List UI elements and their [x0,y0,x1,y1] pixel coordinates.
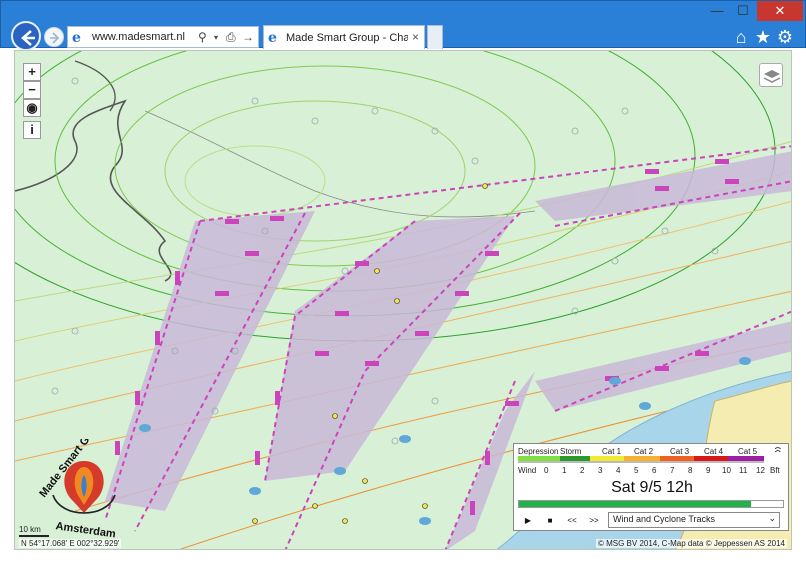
forecast-timestamp: Sat 9/5 12h [611,479,693,496]
wind-5: 5 [634,466,639,475]
forward-button-player[interactable]: >> [584,514,604,528]
wind-12: 12 [756,466,765,475]
rewind-button[interactable]: << [562,514,582,528]
home-icon[interactable]: ⌂ [731,27,751,47]
made-smart-group-logo: Made Smart Group Amsterdam [33,415,135,541]
active-tab[interactable]: e Made Smart Group - ChartS... × [263,25,425,49]
legend-cat1: Cat 1 [602,447,622,456]
layer-select[interactable]: Wind and Cyclone Tracks ⌄ [608,512,780,528]
copyright-notice: © MSG BV 2014, C-Map data © Jeppessen AS… [595,539,787,548]
wind-11: 11 [739,466,748,475]
info-button[interactable]: i [23,121,41,139]
address-bar[interactable]: e www.madesmart.nl ⚲ ▾ ⎙ → [67,26,259,48]
stop-button[interactable]: ■ [540,514,560,528]
legend-cat4: Cat 4 [704,447,724,456]
wind-3: 3 [598,466,603,475]
chevron-down-icon: ⌄ [768,513,776,523]
wind-8: 8 [688,466,693,475]
address-url: www.madesmart.nl [92,31,185,43]
wind-10: 10 [722,466,731,475]
globe-icon[interactable]: ◉ [23,99,41,117]
browser-chrome: — ☐ ✕ e www.madesmart.nl ⚲ ▾ ⎙ → e Made … [0,0,806,51]
legend-depression: Depression [518,447,559,456]
tab-ie-icon: e [268,30,277,46]
wind-label: Wind [518,466,537,475]
wind-6: 6 [652,466,657,475]
legend-cat5: Cat 5 [738,447,758,456]
layers-button[interactable] [759,63,783,87]
scale-label: 10 km [19,525,41,534]
search-icon[interactable]: ⚲ [198,30,207,44]
settings-gear-icon[interactable]: ⚙ [775,27,795,47]
legend-cat2: Cat 2 [634,447,654,456]
layers-icon [763,70,781,83]
zoom-in-button[interactable]: + [23,63,41,81]
dropdown-icon[interactable]: ▾ [214,33,218,42]
category-color-bar [518,456,764,463]
zoom-out-button[interactable]: − [23,81,41,99]
window-close-button[interactable]: ✕ [757,1,803,21]
wind-4: 4 [616,466,621,475]
tab-title: Made Smart Group - ChartS... [286,32,408,44]
go-arrow-icon[interactable]: → [242,30,254,44]
svg-text:Amsterdam: Amsterdam [55,520,117,539]
chart-map[interactable]: + − ◉ i Made Smart Group Amsterdam 10 km… [14,50,792,550]
favorites-star-icon[interactable]: ★ [753,27,773,47]
logo-balloon-graphic: Made Smart Group Amsterdam [37,415,117,541]
coastline-north [74,60,116,112]
tab-close-icon[interactable]: × [412,30,419,44]
legend-storm: Storm [560,447,582,456]
timeline-progress[interactable] [518,500,784,508]
layer-select-value: Wind and Cyclone Tracks [613,514,716,524]
wind-0: 0 [544,466,549,475]
window-maximize-button[interactable]: ☐ [731,1,755,21]
back-arrow-icon [21,30,35,46]
new-tab-button[interactable] [427,25,443,49]
window-minimize-button[interactable]: — [705,1,729,21]
scale-bar: 10 km [19,525,49,537]
scale-line [19,535,49,537]
legend-panel: Depression Storm Cat 1 Cat 2 Cat 3 Cat 4… [513,443,789,531]
wind-unit: Bft [770,466,780,475]
timeline-progress-fill [519,501,752,507]
compatibility-icon[interactable]: ⎙ [226,30,236,45]
wind-9: 9 [706,466,711,475]
wind-7: 7 [670,466,675,475]
cursor-coordinates: N 54°17.068' E 002°32.929' [19,539,122,548]
wind-2: 2 [580,466,585,475]
wind-1: 1 [562,466,567,475]
ie-page-icon: e [72,30,81,46]
forward-button[interactable] [44,27,64,47]
back-button[interactable] [11,21,41,51]
legend-cat3: Cat 3 [670,447,690,456]
play-button[interactable]: ▶ [518,514,538,528]
forward-arrow-icon [50,32,60,44]
